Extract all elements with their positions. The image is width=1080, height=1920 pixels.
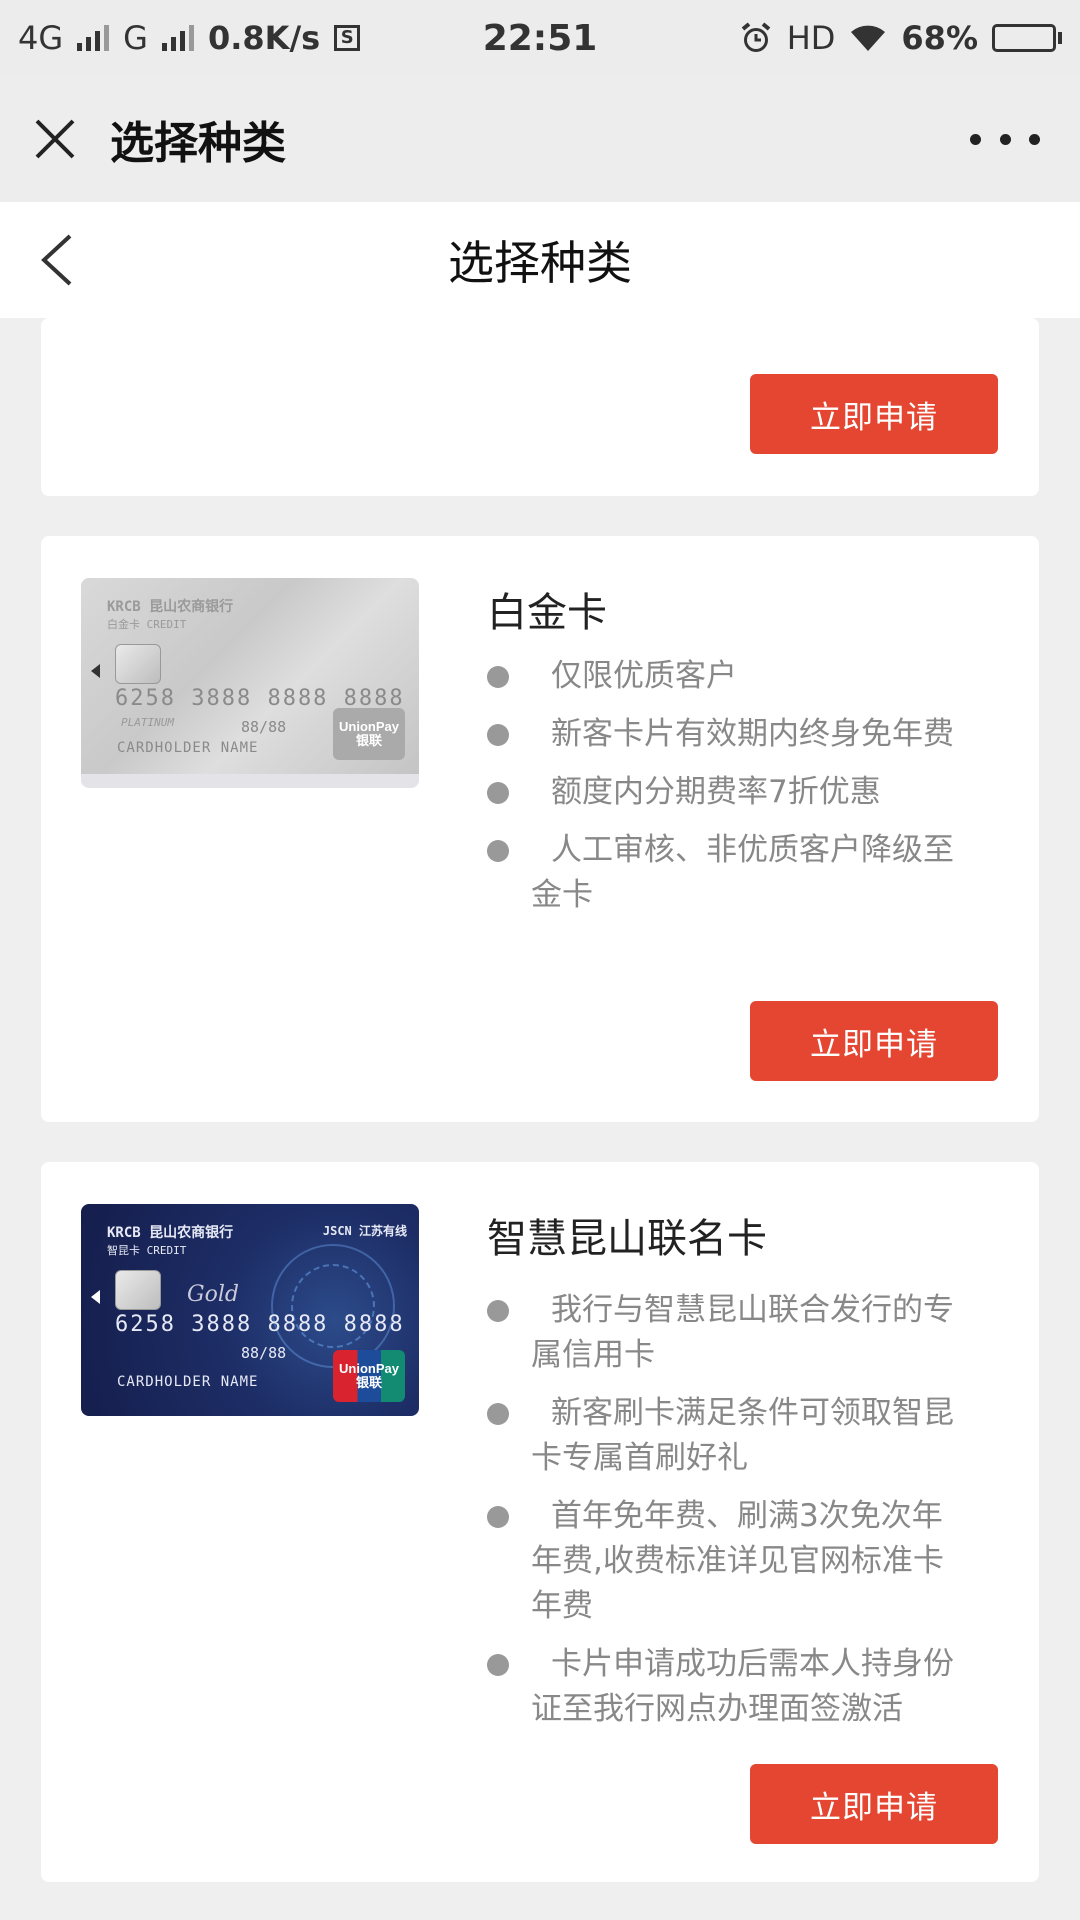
close-button[interactable] [0, 76, 110, 202]
close-icon [35, 119, 75, 159]
card-valid: 88/88 [241, 1344, 287, 1362]
more-dot-icon [999, 133, 1011, 145]
card-image-platinum: KRCB 昆山农商银行 白金卡 CREDIT 6258 3888 8888 88… [81, 578, 419, 788]
apply-button[interactable]: 立即申请 [750, 1764, 998, 1844]
card-holder: CARDHOLDER NAME [117, 740, 259, 756]
feature-item: 仅限优质客户 [487, 654, 1007, 699]
bullet-icon [487, 724, 509, 746]
network-4g-label: 4G [18, 19, 64, 57]
card-item-platinum: KRCB 昆山农商银行 白金卡 CREDIT 6258 3888 8888 88… [41, 536, 1039, 1122]
bullet-icon [487, 666, 509, 688]
feature-item: 人工审核、非优质客户降级至金卡 [487, 828, 1007, 918]
partner-logo: JSCN 江苏有线 [322, 1224, 407, 1238]
wechat-title-bar: 选择种类 [0, 76, 1080, 202]
feature-list: 仅限优质客户 新客卡片有效期内终身免年费 额度内分期费率7折优惠 人工审核、非优… [487, 654, 1007, 931]
bullet-icon [487, 782, 509, 804]
triangle-icon [91, 664, 100, 678]
feature-item: 新客刷卡满足条件可领取智昆卡专属首刷好礼 [487, 1391, 1007, 1481]
card-tier: Gold [187, 1282, 239, 1307]
bullet-icon [487, 1403, 509, 1425]
card-bank-name: KRCB 昆山农商银行 [107, 1225, 234, 1241]
feature-list: 我行与智慧昆山联合发行的专属信用卡 新客刷卡满足条件可领取智昆卡专属首刷好礼 首… [487, 1288, 1007, 1745]
feature-item: 新客卡片有效期内终身免年费 [487, 712, 1007, 757]
more-dot-icon [970, 133, 981, 145]
card-bank-name: KRCB 昆山农商银行 [107, 599, 234, 615]
wifi-icon [851, 25, 886, 51]
card-tier: PLATINUM [121, 716, 174, 729]
wechat-title: 选择种类 [110, 118, 286, 169]
more-button[interactable] [970, 116, 1040, 162]
alarm-icon [741, 22, 770, 52]
card-valid: 88/88 [241, 718, 287, 736]
unionpay-logo: UnionPay 银联 [333, 708, 405, 760]
battery-icon [992, 24, 1062, 52]
page-title: 选择种类 [448, 236, 632, 290]
apply-button[interactable]: 立即申请 [750, 374, 998, 454]
card-name: 白金卡 [487, 590, 607, 636]
chip-icon [115, 644, 161, 684]
signal-icon-2 [161, 25, 194, 51]
card-holder: CARDHOLDER NAME [117, 1374, 259, 1390]
feature-item: 首年免年费、刷满3次免次年年费,收费标准详见官网标准卡年费 [487, 1494, 1007, 1629]
chevron-left-icon [41, 234, 72, 286]
feature-item: 卡片申请成功后需本人持身份证至我行网点办理面签激活 [487, 1642, 1007, 1732]
s-icon: S [334, 25, 361, 51]
bullet-icon [487, 840, 509, 862]
bullet-icon [487, 1300, 509, 1322]
network-g-label: G [123, 19, 148, 57]
bullet-icon [487, 1506, 509, 1528]
net-speed: 0.8K/s [207, 19, 321, 57]
page-header: 选择种类 [0, 202, 1080, 318]
unionpay-logo: UnionPay 银联 [333, 1350, 405, 1402]
bullet-icon [487, 1654, 509, 1676]
card-credit-label: 白金卡 CREDIT [107, 618, 187, 631]
status-bar: 4G G 0.8K/s S 22:51 HD 68% [0, 0, 1080, 76]
feature-item: 额度内分期费率7折优惠 [487, 770, 1007, 815]
card-name: 智慧昆山联名卡 [487, 1216, 767, 1262]
card-item-cobrand: KRCB 昆山农商银行 JSCN 江苏有线 智昆卡 CREDIT Gold 62… [41, 1162, 1039, 1882]
card-image-cobrand: KRCB 昆山农商银行 JSCN 江苏有线 智昆卡 CREDIT Gold 62… [81, 1204, 419, 1416]
feature-item: 我行与智慧昆山联合发行的专属信用卡 [487, 1288, 1007, 1378]
apply-button[interactable]: 立即申请 [750, 1001, 998, 1081]
more-dot-icon [1029, 133, 1040, 145]
hd-label: HD [786, 19, 836, 57]
card-credit-label: 智昆卡 CREDIT [107, 1244, 187, 1257]
chip-icon [115, 1270, 161, 1310]
triangle-icon [91, 1290, 100, 1304]
back-button[interactable] [30, 230, 90, 290]
card-number: 6258 3888 8888 8888 [115, 1312, 405, 1337]
card-item: 立即申请 [41, 318, 1039, 496]
battery-percent: 68% [901, 19, 978, 57]
signal-icon [77, 25, 110, 51]
